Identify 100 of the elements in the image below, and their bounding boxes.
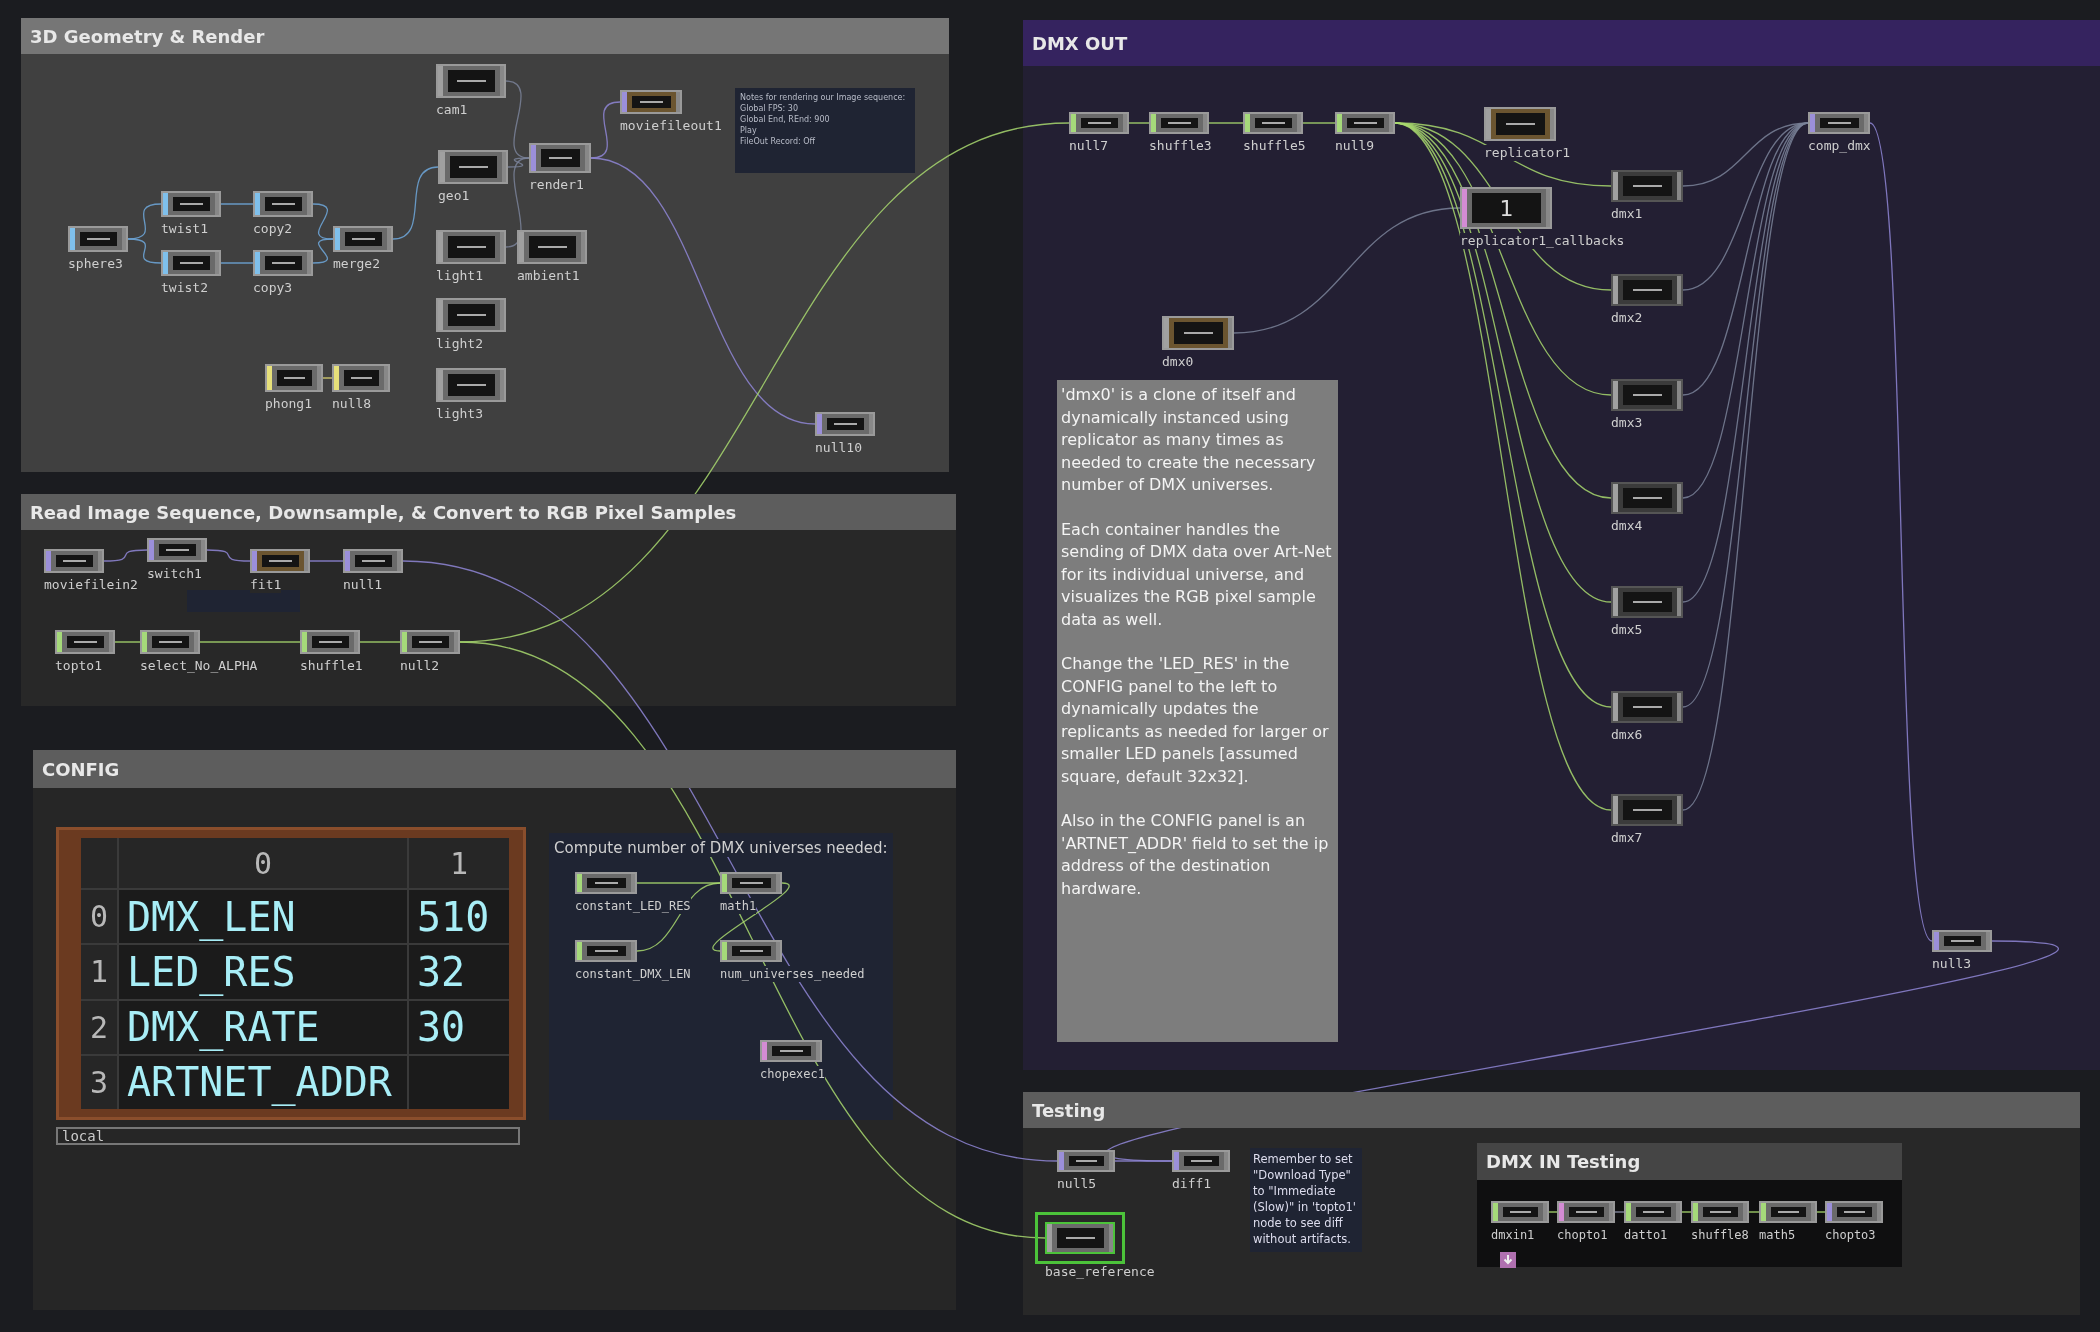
- operator-node[interactable]: [1611, 482, 1683, 514]
- operator-node[interactable]: [815, 412, 875, 436]
- comment-paragraph: 'dmx0' is a clone of itself and dynamically instanced using replicator as many times as needed to create the necessary number of DMX universes.: [1061, 384, 1317, 496]
- operator-node[interactable]: [68, 226, 128, 252]
- node-label: sphere3: [68, 256, 123, 272]
- node-label: replicator1: [1484, 145, 1571, 161]
- wire: [220, 262, 254, 264]
- operator-node[interactable]: [620, 90, 682, 114]
- operator-node[interactable]: [1611, 586, 1683, 618]
- operator-node[interactable]: [436, 64, 506, 98]
- operator-node[interactable]: [332, 364, 390, 392]
- node-label: fit1: [250, 577, 282, 593]
- table-cell: 510: [409, 890, 509, 944]
- row-index: 3: [81, 1055, 117, 1109]
- table-cell: 30: [409, 1000, 509, 1054]
- operator-node[interactable]: [1611, 691, 1683, 723]
- node-label: comp_dmx: [1808, 138, 1871, 154]
- node-label: merge2: [333, 256, 380, 272]
- node-label: constant_DMX_LEN: [575, 966, 691, 982]
- column-header: 0: [119, 838, 407, 888]
- operator-node[interactable]: [1611, 274, 1683, 306]
- operator-node[interactable]: [161, 250, 221, 276]
- operator-node[interactable]: [1149, 112, 1209, 134]
- node-label: copy3: [253, 280, 293, 296]
- operator-node[interactable]: [55, 630, 115, 654]
- wire: [312, 238, 334, 264]
- wire: [103, 549, 148, 562]
- operator-node[interactable]: [1759, 1201, 1817, 1223]
- operator-node[interactable]: [436, 230, 506, 264]
- operator-node[interactable]: [575, 940, 637, 962]
- operator-node[interactable]: [333, 226, 393, 252]
- operator-node[interactable]: [1243, 112, 1303, 134]
- node-label: geo1: [438, 188, 470, 204]
- operator-node[interactable]: [300, 630, 360, 654]
- operator-node[interactable]: [436, 298, 506, 332]
- operator-node[interactable]: [1611, 379, 1683, 411]
- comment-paragraph: Each container handles the sending of DMX data over Art-Net for its individual universe, and visualizes the RGB pixel sample data as well.: [1061, 518, 1333, 631]
- note-text: Remember to set "Download Type" to "Immediate (Slow)" in 'topto1' node to see diff without artifacts.: [1253, 1152, 1357, 1246]
- wire: [220, 203, 254, 205]
- node-label: select_No_ALPHA: [140, 658, 258, 674]
- operator-node[interactable]: [1691, 1201, 1749, 1223]
- operator-node[interactable]: [1162, 316, 1234, 350]
- comment-paragraph: Also in the CONFIG panel is an 'ARTNET_ADDR' field to set the ip address of the destination hardware.: [1061, 810, 1330, 900]
- operator-node[interactable]: 1: [1460, 187, 1552, 229]
- operator-node[interactable]: [1808, 112, 1870, 134]
- operator-node[interactable]: [343, 549, 403, 573]
- operator-node[interactable]: [1491, 1201, 1549, 1223]
- panel-title: DMX OUT: [1023, 20, 2100, 66]
- wire: [114, 641, 141, 643]
- node-label: replicator1_callbacks: [1460, 233, 1625, 249]
- operator-node[interactable]: [575, 872, 637, 894]
- operator-node[interactable]: [1484, 107, 1556, 141]
- wire: [1128, 122, 1150, 124]
- node-label: phong1: [265, 396, 312, 412]
- operator-node[interactable]: [250, 549, 310, 573]
- operator-node[interactable]: [720, 872, 782, 894]
- node-label: constant_LED_RES: [575, 898, 691, 914]
- node-label: light1: [436, 268, 483, 284]
- operator-node[interactable]: [400, 630, 460, 654]
- row-index: 2: [81, 1000, 117, 1054]
- table-cell: LED_RES: [119, 945, 407, 999]
- operator-node[interactable]: [1069, 112, 1129, 134]
- operator-node[interactable]: [720, 940, 782, 962]
- operator-node[interactable]: [140, 630, 200, 654]
- comment-paragraph: Change the 'LED_RES' in the CONFIG panel to the left to dynamically updates the replicants as needed for larger or smaller LED panels [assumed square, default 32x32].: [1061, 653, 1330, 788]
- node-label: topto1: [55, 658, 102, 674]
- operator-node[interactable]: [265, 364, 323, 392]
- operator-node[interactable]: [529, 143, 591, 173]
- operator-node[interactable]: [517, 230, 587, 264]
- note-line: Global End, REnd: 900: [740, 114, 831, 125]
- table-cell: ARTNET_ADDR: [119, 1055, 407, 1109]
- operator-node[interactable]: [253, 250, 313, 276]
- download-icon[interactable]: [1500, 1252, 1516, 1268]
- operator-node[interactable]: [1057, 1150, 1115, 1172]
- operator-node[interactable]: [760, 1040, 822, 1062]
- node-label: chopto1: [1557, 1227, 1608, 1243]
- operator-node[interactable]: [1611, 170, 1683, 202]
- operator-node[interactable]: [1611, 794, 1683, 826]
- operator-node[interactable]: [1335, 112, 1395, 134]
- note-line: FileOut Record: Off: [740, 136, 817, 147]
- operator-node[interactable]: [1624, 1201, 1682, 1223]
- operator-node[interactable]: [147, 538, 207, 562]
- operator-node[interactable]: [436, 368, 506, 402]
- operator-node[interactable]: [253, 191, 313, 217]
- note-line: Play: [740, 125, 758, 136]
- wire: [309, 560, 344, 562]
- note-line: Notes for rendering our Image sequence:: [740, 92, 907, 103]
- comment-text: Compute number of DMX universes needed:: [554, 839, 888, 857]
- operator-node[interactable]: [161, 191, 221, 217]
- operator-node[interactable]: [1825, 1201, 1883, 1223]
- path-field[interactable]: local: [56, 1127, 520, 1145]
- operator-node[interactable]: [44, 549, 104, 573]
- row-index: 1: [81, 945, 117, 999]
- node-label: chopto3: [1825, 1227, 1876, 1243]
- node-label: copy2: [253, 221, 293, 237]
- operator-node[interactable]: [438, 150, 508, 184]
- node-label: light2: [436, 336, 483, 352]
- table-cell: DMX_LEN: [119, 890, 407, 944]
- node-label: math1: [720, 898, 757, 914]
- operator-node[interactable]: [1557, 1201, 1615, 1223]
